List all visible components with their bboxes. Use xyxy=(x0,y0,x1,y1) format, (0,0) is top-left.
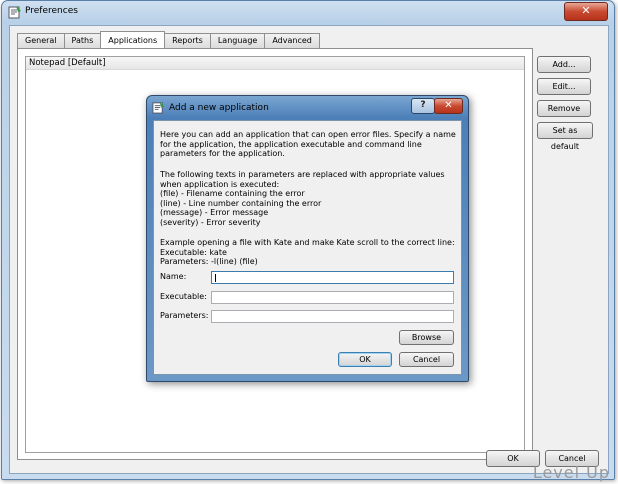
add-application-dialog: Add a new application ? ✕ Here you can a… xyxy=(146,95,469,382)
dialog-title: Add a new application xyxy=(169,103,269,113)
watermark-text: Level Up xyxy=(532,463,610,482)
example-text: Example opening a file with Kate and mak… xyxy=(160,238,455,266)
parameters-field[interactable] xyxy=(211,310,454,323)
tab-reports[interactable]: Reports xyxy=(164,33,211,48)
app-icon xyxy=(152,101,165,114)
list-item[interactable]: Notepad [Default] xyxy=(26,57,524,70)
app-icon xyxy=(8,6,21,19)
set-as-default-button[interactable]: Set as default xyxy=(537,122,593,151)
remove-button[interactable]: Remove xyxy=(537,100,591,117)
executable-label: Executable: xyxy=(160,292,207,301)
name-field[interactable] xyxy=(211,271,454,284)
params-list-text: (file) - Filename containing the error (… xyxy=(160,189,322,227)
parameters-label: Parameters: xyxy=(160,311,209,320)
tab-language[interactable]: Language xyxy=(209,33,266,48)
browse-button[interactable]: Browse xyxy=(399,330,454,345)
tab-paths[interactable]: Paths xyxy=(63,33,102,48)
window-close-button[interactable]: ✕ xyxy=(564,2,608,21)
tab-advanced[interactable]: Advanced xyxy=(264,33,320,48)
window-title: Preferences xyxy=(25,6,78,16)
tab-applications[interactable]: Applications xyxy=(100,31,166,48)
tab-general[interactable]: General xyxy=(17,33,65,48)
title-bar: Preferences ✕ xyxy=(2,1,614,25)
add-button[interactable]: Add... xyxy=(537,56,591,73)
dialog-client-area: Here you can add an application that can… xyxy=(153,120,462,375)
dialog-ok-button[interactable]: OK xyxy=(338,352,392,367)
help-button[interactable]: ? xyxy=(411,98,435,114)
executable-field[interactable] xyxy=(211,291,454,304)
tab-strip: General Paths Applications Reports Langu… xyxy=(17,31,320,49)
params-intro-text: The following texts in parameters are re… xyxy=(160,170,445,189)
text-caret xyxy=(215,274,216,282)
dialog-close-button[interactable]: ✕ xyxy=(434,98,463,114)
edit-button[interactable]: Edit... xyxy=(537,78,591,95)
dialog-cancel-button[interactable]: Cancel xyxy=(399,352,454,367)
dialog-intro-text: Here you can add an application that can… xyxy=(160,130,456,158)
name-label: Name: xyxy=(160,272,187,281)
